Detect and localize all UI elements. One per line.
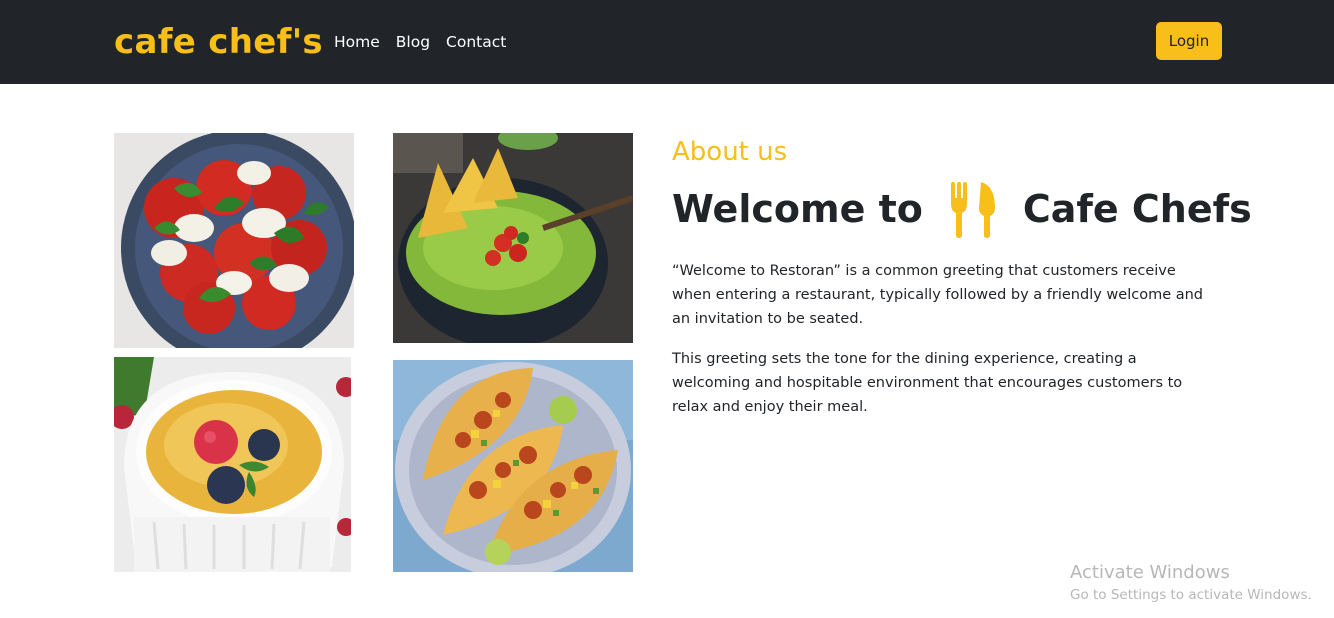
tacos-image xyxy=(393,360,633,572)
nav-links: Home Blog Contact xyxy=(334,30,506,54)
guacamole-chips-image xyxy=(393,133,633,343)
about-eyebrow: About us xyxy=(672,137,788,167)
about-paragraph-2: This greeting sets the tone for the dini… xyxy=(672,351,1183,415)
about-heading: Welcome to Cafe Chefs xyxy=(672,180,1252,238)
windows-activation-subtitle: Go to Settings to activate Windows. xyxy=(1070,587,1312,603)
nav-link-contact[interactable]: Contact xyxy=(446,30,506,54)
utensils-icon xyxy=(947,180,999,238)
about-paragraph-1: “Welcome to Restoran” is a common greeti… xyxy=(672,263,1203,327)
login-button[interactable]: Login xyxy=(1156,22,1222,60)
creme-brulee-image xyxy=(114,357,351,572)
windows-activation-title: Activate Windows xyxy=(1070,562,1230,583)
nav-link-blog[interactable]: Blog xyxy=(396,30,430,54)
heading-prefix: Welcome to xyxy=(672,187,923,231)
navbar: cafe chef's Home Blog Contact Login xyxy=(0,0,1334,84)
heading-suffix: Cafe Chefs xyxy=(1022,187,1252,231)
nav-link-home[interactable]: Home xyxy=(334,30,380,54)
caprese-salad-image xyxy=(114,133,354,348)
brand-logo[interactable]: cafe chef's xyxy=(114,20,323,64)
